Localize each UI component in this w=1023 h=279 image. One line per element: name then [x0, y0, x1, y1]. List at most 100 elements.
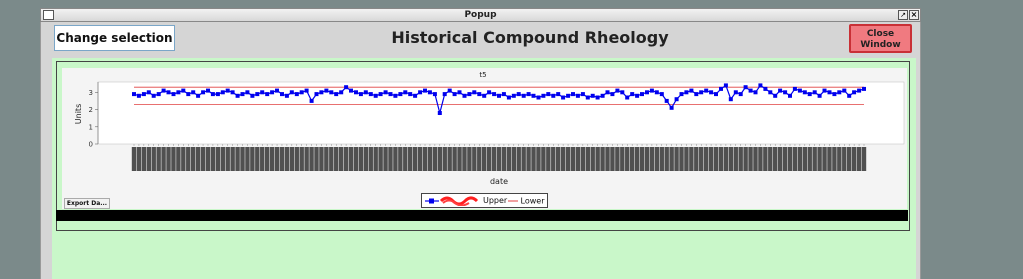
- data-point: [299, 90, 304, 95]
- data-point: [709, 90, 714, 95]
- close-window-label-line2: Window: [860, 40, 901, 50]
- x-tick-label: [166, 147, 171, 171]
- data-point: [210, 92, 215, 97]
- x-tick-label: [146, 147, 151, 171]
- export-data-button[interactable]: Export Da...: [64, 198, 110, 209]
- data-point: [408, 92, 413, 97]
- x-tick-label: [699, 147, 704, 171]
- x-tick-label: [343, 147, 349, 171]
- x-tick-label: [427, 147, 433, 171]
- data-point: [275, 88, 279, 93]
- data-point: [225, 88, 230, 93]
- x-tick-label: [131, 147, 137, 171]
- data-point: [615, 88, 620, 93]
- data-point: [807, 92, 812, 97]
- y-axis-ticks: 0 1 2 3: [89, 89, 98, 149]
- x-tick-label: [694, 147, 699, 171]
- x-tick-label: [338, 147, 344, 171]
- x-tick-label: [319, 147, 324, 171]
- x-tick-label: [496, 147, 502, 171]
- x-tick-label: [723, 147, 729, 171]
- data-point: [378, 92, 383, 97]
- data-point: [161, 88, 166, 93]
- x-tick-label: [817, 147, 822, 171]
- data-point: [812, 90, 817, 95]
- data-point: [684, 90, 689, 95]
- window-title: Popup: [464, 10, 497, 20]
- x-tick-label: [768, 147, 773, 171]
- data-point: [388, 92, 393, 97]
- data-point: [659, 92, 664, 97]
- x-tick-label: [309, 147, 314, 171]
- x-tick-label: [348, 147, 354, 171]
- window-close-icon[interactable]: ×: [909, 10, 919, 20]
- x-tick-label: [782, 147, 788, 171]
- x-tick-label: [856, 147, 862, 171]
- x-tick-label: [378, 147, 383, 171]
- x-tick-label: [215, 147, 221, 171]
- x-axis-ticks: [131, 144, 867, 171]
- data-point: [309, 98, 314, 103]
- x-tick-label: [748, 147, 753, 171]
- data-point: [664, 98, 669, 103]
- window-titlebar[interactable]: Popup ↗ ×: [40, 8, 921, 22]
- x-tick-label: [629, 147, 635, 171]
- data-point: [610, 92, 615, 97]
- data-point: [255, 92, 260, 97]
- change-selection-button[interactable]: Change selection: [54, 25, 175, 51]
- x-tick-label: [245, 147, 250, 171]
- x-tick-label: [383, 147, 388, 171]
- y-tick-label: 2: [89, 106, 93, 114]
- data-point: [329, 90, 334, 95]
- x-tick-label: [358, 147, 364, 171]
- data-point: [186, 92, 191, 97]
- data-point: [669, 105, 674, 110]
- legend-measurement-icon: [425, 196, 479, 207]
- x-tick-label: [812, 147, 817, 171]
- x-tick-label: [304, 147, 309, 171]
- x-tick-label: [639, 147, 645, 171]
- data-point: [531, 93, 536, 98]
- data-point: [526, 92, 531, 97]
- data-point: [368, 92, 373, 97]
- data-point: [778, 88, 783, 93]
- data-point: [280, 92, 284, 97]
- restore-icon[interactable]: ↗: [898, 10, 908, 20]
- x-tick-label: [590, 147, 595, 171]
- data-point: [497, 93, 501, 98]
- data-point: [595, 95, 600, 100]
- x-tick-label: [195, 147, 201, 171]
- x-tick-label: [837, 147, 842, 171]
- x-tick-label: [506, 147, 512, 171]
- data-point: [334, 92, 339, 97]
- close-window-button[interactable]: Close Window: [849, 24, 912, 53]
- legend-item-upper: Upper: [483, 196, 507, 206]
- data-point: [166, 90, 171, 95]
- data-point: [349, 88, 353, 93]
- rheology-chart: t5 Units 0 1 2 3 date: [74, 71, 905, 186]
- x-tick-label: [274, 147, 280, 171]
- x-tick-label: [284, 147, 290, 171]
- x-tick-label: [679, 147, 684, 171]
- data-point: [437, 111, 442, 115]
- data-point: [156, 92, 161, 97]
- x-tick-label: [832, 147, 837, 171]
- x-tick-label: [644, 147, 650, 171]
- x-tick-label: [334, 147, 339, 171]
- x-tick-label: [447, 147, 452, 171]
- x-tick-label: [368, 147, 373, 171]
- data-point: [339, 90, 344, 95]
- data-point: [206, 88, 210, 93]
- x-tick-label: [181, 147, 186, 171]
- x-tick-label: [220, 147, 225, 171]
- data-point: [363, 90, 368, 95]
- data-point: [792, 86, 797, 91]
- x-tick-label: [753, 147, 758, 171]
- x-tick-label: [610, 147, 615, 171]
- x-tick-label: [161, 147, 166, 171]
- x-tick-label: [822, 147, 827, 171]
- x-tick-label: [225, 147, 230, 171]
- data-point: [413, 93, 418, 98]
- x-tick-label: [738, 147, 743, 171]
- data-point: [640, 92, 644, 97]
